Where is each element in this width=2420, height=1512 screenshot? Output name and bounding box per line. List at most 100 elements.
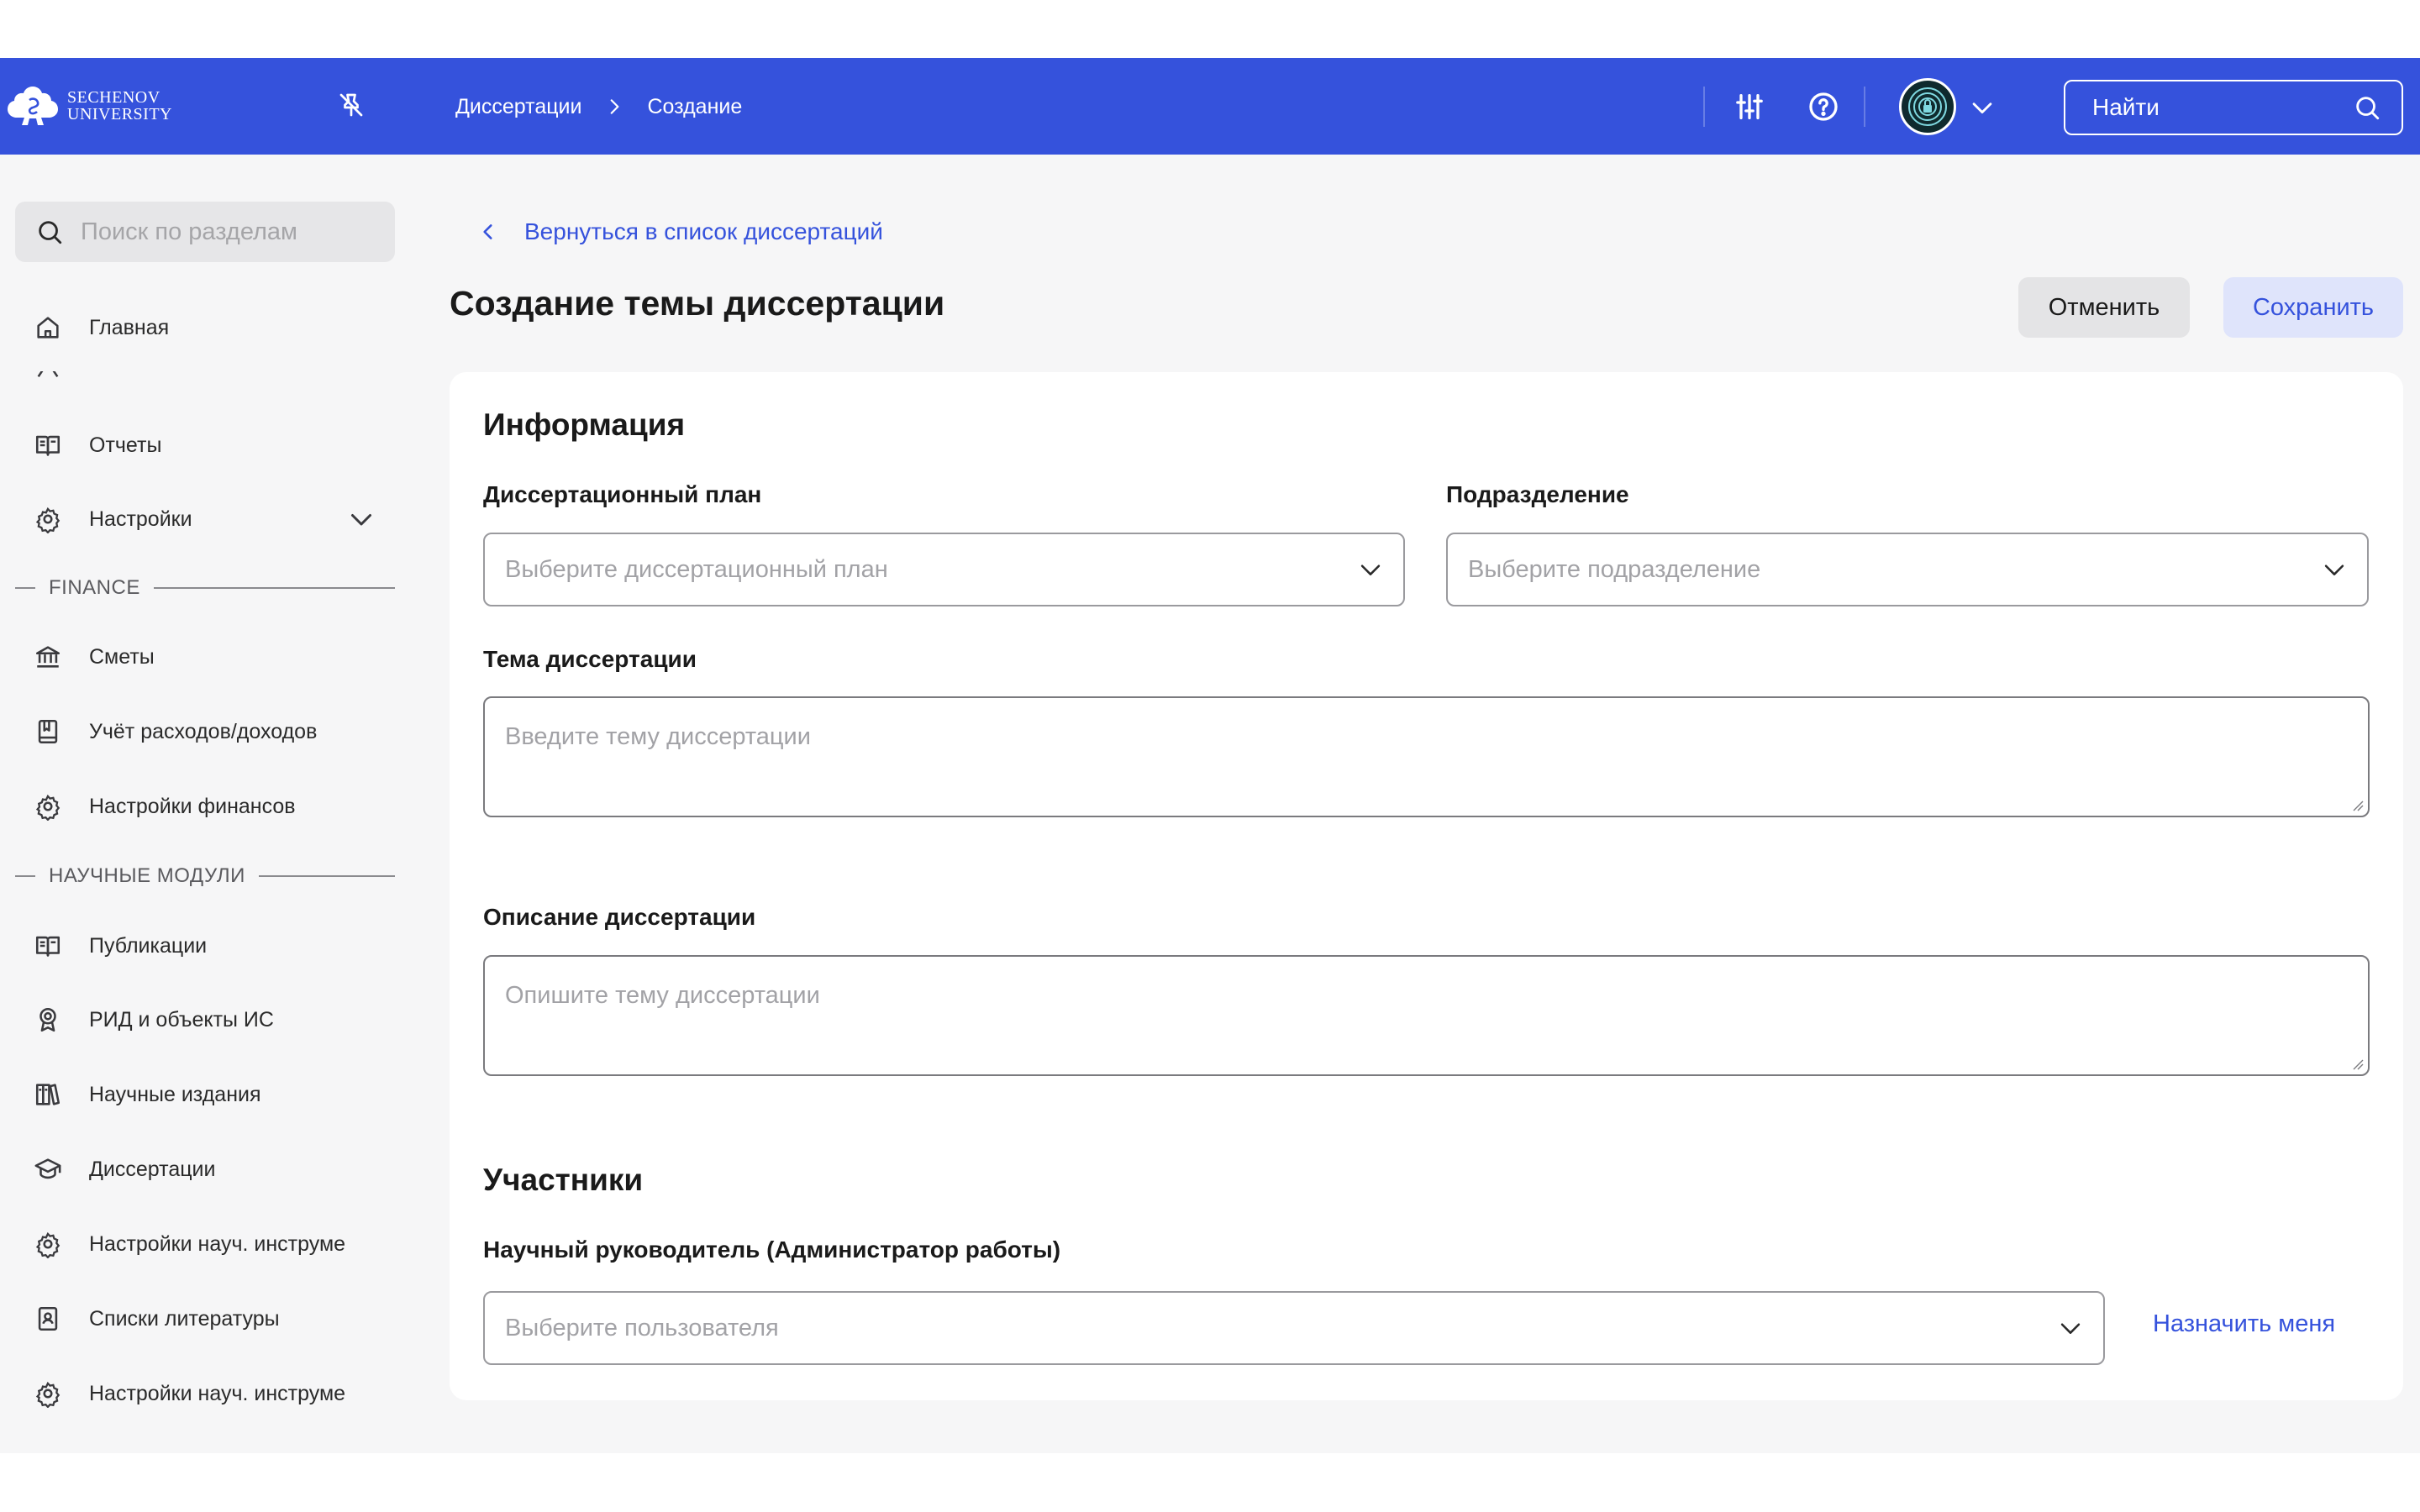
plan-select[interactable]: Выберите диссертационный план bbox=[483, 533, 1405, 606]
sidebar-hidden-item-edge bbox=[34, 371, 202, 381]
breadcrumb: Диссертации Создание bbox=[455, 90, 742, 123]
chevron-left-icon bbox=[483, 224, 492, 239]
sidebar-item-label: Настройки финансов bbox=[89, 794, 296, 818]
chevron-right-icon bbox=[611, 99, 619, 114]
books-icon bbox=[35, 1084, 60, 1105]
sidebar-item-label: Настройки bbox=[89, 507, 192, 531]
sidebar-item-label: Списки литературы bbox=[89, 1306, 280, 1331]
home-icon bbox=[37, 317, 59, 339]
chevron-down-icon bbox=[1360, 564, 1381, 575]
department-label: Подразделение bbox=[1446, 481, 1629, 507]
sliders-icon[interactable] bbox=[1733, 90, 1766, 123]
toolbar-divider bbox=[1703, 87, 1705, 127]
description-label: Описание диссертации bbox=[483, 904, 756, 930]
chevron-down-icon bbox=[2060, 1323, 2081, 1334]
toolbar-divider bbox=[1864, 87, 1865, 127]
sidebar-item-label: Главная bbox=[89, 315, 170, 339]
back-link-label: Вернуться в список диссертаций bbox=[524, 218, 883, 244]
department-select[interactable]: Выберите подразделение bbox=[1446, 533, 2369, 606]
ledger-icon bbox=[38, 719, 58, 744]
award-icon bbox=[39, 1007, 56, 1032]
sidebar-item-science-settings-2[interactable]: Настройки науч. инструме bbox=[34, 1375, 345, 1412]
sidebar-item-finance-settings[interactable]: Настройки финансов bbox=[34, 788, 296, 825]
form-card: Информация Диссертационный план Выберите… bbox=[450, 372, 2403, 1400]
unpin-icon[interactable] bbox=[336, 90, 366, 120]
plan-label: Диссертационный план bbox=[483, 481, 762, 507]
sidebar-item-home[interactable]: Главная bbox=[34, 309, 169, 346]
page-title: Создание темы диссертации bbox=[450, 284, 945, 323]
gear-icon bbox=[35, 1381, 60, 1408]
sidebar-item-dissertations[interactable]: Диссертации bbox=[34, 1151, 215, 1188]
sidebar-section-finance: FINANCE bbox=[15, 573, 395, 603]
back-to-list-link[interactable]: Вернуться в список диссертаций bbox=[477, 215, 883, 249]
chevron-down-icon[interactable] bbox=[346, 504, 376, 534]
gear-icon bbox=[35, 507, 60, 533]
sidebar-item-label: Настройки науч. инструме bbox=[89, 1231, 346, 1256]
section-rule bbox=[15, 587, 35, 589]
search-icon bbox=[39, 221, 62, 244]
department-placeholder: Выберите подразделение bbox=[1468, 555, 1761, 583]
section-rule bbox=[15, 875, 35, 877]
sidebar-item-expenses[interactable]: Учёт расходов/доходов bbox=[34, 713, 317, 750]
topic-label: Тема диссертации bbox=[483, 646, 697, 672]
sidebar-item-label: Настройки науч. инструме bbox=[89, 1381, 346, 1405]
sidebar-search[interactable] bbox=[15, 202, 395, 262]
sidebar-search-input[interactable] bbox=[81, 218, 383, 246]
supervisor-select[interactable]: Выберите пользователя bbox=[483, 1291, 2105, 1365]
sidebar-item-estimates[interactable]: Сметы bbox=[34, 638, 155, 675]
assign-me-link[interactable]: Назначить меня bbox=[2153, 1310, 2335, 1338]
sidebar-item-label: Сметы bbox=[89, 644, 155, 669]
save-button[interactable]: Сохранить bbox=[2223, 277, 2403, 338]
resize-grip-icon[interactable] bbox=[2351, 1058, 2365, 1071]
help-icon[interactable] bbox=[1807, 90, 1840, 123]
gear-icon bbox=[35, 794, 60, 821]
sidebar-item-label: Отчеты bbox=[89, 433, 162, 457]
partial-icon bbox=[37, 371, 59, 378]
supervisor-placeholder: Выберите пользователя bbox=[505, 1314, 779, 1341]
global-search[interactable] bbox=[2064, 80, 2403, 135]
participants-heading: Участники bbox=[483, 1163, 644, 1197]
fingerprint-avatar-icon bbox=[1908, 87, 1947, 126]
sidebar-section-science: НАУЧНЫЕ МОДУЛИ bbox=[15, 861, 395, 891]
plan-placeholder: Выберите диссертационный план bbox=[505, 555, 888, 583]
section-rule bbox=[153, 587, 395, 589]
contacts-book-icon bbox=[38, 1306, 58, 1331]
top-bar: Sechenov University Диссертации Создание bbox=[0, 58, 2420, 155]
avatar[interactable] bbox=[1899, 78, 1956, 135]
sidebar-item-rid[interactable]: РИД и объекты ИС bbox=[34, 1001, 274, 1038]
description-placeholder: Опишите тему диссертации bbox=[505, 982, 820, 1009]
info-heading: Информация bbox=[483, 407, 686, 442]
breadcrumb-dissertations[interactable]: Диссертации bbox=[455, 95, 581, 119]
breadcrumb-create: Создание bbox=[647, 94, 743, 118]
logo-wordmark: Sechenov University bbox=[67, 89, 172, 123]
book-open-icon bbox=[35, 435, 60, 456]
topic-placeholder: Введите тему диссертации bbox=[505, 723, 811, 750]
sidebar-item-journals[interactable]: Научные издания bbox=[34, 1076, 261, 1113]
cancel-button[interactable]: Отменить bbox=[2018, 277, 2190, 338]
book-open-icon bbox=[35, 936, 60, 957]
chevron-down-icon[interactable] bbox=[1968, 93, 1996, 122]
sidebar-item-publications[interactable]: Публикации bbox=[34, 927, 207, 964]
topic-textarea[interactable]: Введите тему диссертации bbox=[483, 696, 2370, 817]
global-search-input[interactable] bbox=[2092, 94, 2344, 121]
graduation-cap-icon bbox=[34, 1158, 61, 1179]
app-window: Sechenov University Диссертации Создание bbox=[0, 0, 2420, 1512]
resize-grip-icon[interactable] bbox=[2351, 799, 2365, 812]
search-icon[interactable] bbox=[2353, 93, 2381, 122]
section-title: НАУЧНЫЕ МОДУЛИ bbox=[49, 864, 245, 887]
sidebar-item-label: РИД и объекты ИС bbox=[89, 1007, 274, 1032]
sidebar-item-science-settings[interactable]: Настройки науч. инструме bbox=[34, 1226, 345, 1263]
sidebar-item-label: Учёт расходов/доходов bbox=[89, 719, 318, 743]
chevron-down-icon bbox=[2324, 564, 2344, 575]
sidebar-item-label: Диссертации bbox=[89, 1157, 216, 1181]
sidebar-item-label: Публикации bbox=[89, 933, 208, 958]
logo-line-1: Sechenov bbox=[67, 88, 160, 107]
section-title: FINANCE bbox=[49, 576, 140, 599]
logo-line-2: University bbox=[67, 105, 172, 123]
sechenov-logo[interactable]: Sechenov University bbox=[7, 83, 172, 129]
description-textarea[interactable]: Опишите тему диссертации bbox=[483, 955, 2370, 1076]
sidebar-item-reports[interactable]: Отчеты bbox=[34, 427, 161, 464]
sidebar-item-bibliography[interactable]: Списки литературы bbox=[34, 1300, 280, 1337]
sidebar-item-settings[interactable]: Настройки bbox=[34, 501, 192, 538]
section-rule bbox=[258, 875, 395, 877]
